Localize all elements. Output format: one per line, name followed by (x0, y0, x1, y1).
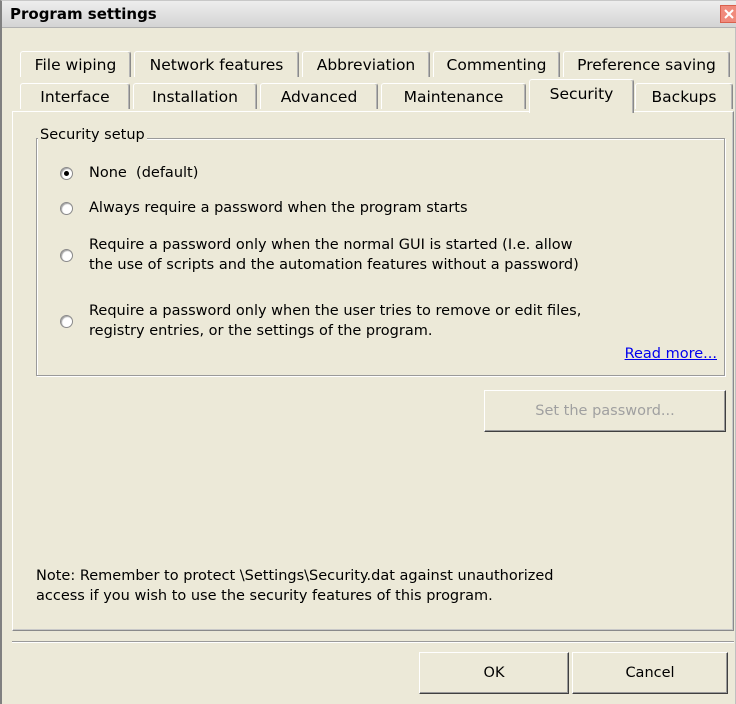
radio-label: Require a password only when the user tr… (89, 303, 582, 339)
close-button[interactable] (720, 5, 736, 23)
program-settings-dialog: Program settings File wiping Network fea… (0, 0, 736, 704)
tab-network-features[interactable]: Network features (134, 51, 299, 77)
tab-file-wiping[interactable]: File wiping (20, 51, 131, 77)
radio-button[interactable] (60, 249, 73, 262)
radio-option-edit-files-only[interactable]: Require a password only when the user tr… (60, 301, 581, 341)
radio-option-gui-only[interactable]: Require a password only when the normal … (60, 235, 579, 275)
tab-interface[interactable]: Interface (20, 83, 130, 109)
radio-button[interactable] (60, 202, 73, 215)
tab-security[interactable]: Security (529, 79, 634, 113)
security-setup-label: Security setup (38, 127, 147, 143)
ok-button[interactable]: OK (419, 652, 569, 694)
radio-option-always-require[interactable]: Always require a password when the progr… (60, 198, 468, 218)
radio-label: Always require a password when the progr… (89, 200, 468, 216)
window-title: Program settings (10, 5, 157, 23)
tab-backups[interactable]: Backups (635, 83, 733, 109)
security-note: Note: Remember to protect \Settings\Secu… (36, 568, 554, 604)
cancel-button[interactable]: Cancel (572, 652, 728, 694)
footer-separator (12, 641, 734, 643)
title-bar[interactable]: Program settings (2, 1, 736, 28)
set-password-button[interactable]: Set the password... (484, 390, 726, 432)
tab-advanced[interactable]: Advanced (260, 83, 378, 109)
read-more-link[interactable]: Read more... (625, 346, 717, 362)
close-icon (724, 9, 734, 19)
tab-preference-saving[interactable]: Preference saving (563, 51, 730, 77)
radio-label: Require a password only when the normal … (89, 237, 579, 273)
radio-button[interactable] (60, 315, 73, 328)
tab-commenting[interactable]: Commenting (433, 51, 560, 77)
radio-button[interactable] (60, 167, 73, 180)
tab-abbreviation[interactable]: Abbreviation (302, 51, 430, 77)
tab-installation[interactable]: Installation (133, 83, 257, 109)
tab-maintenance[interactable]: Maintenance (381, 83, 526, 109)
radio-option-none[interactable]: None (default) (60, 163, 198, 183)
radio-label: None (default) (89, 165, 199, 181)
